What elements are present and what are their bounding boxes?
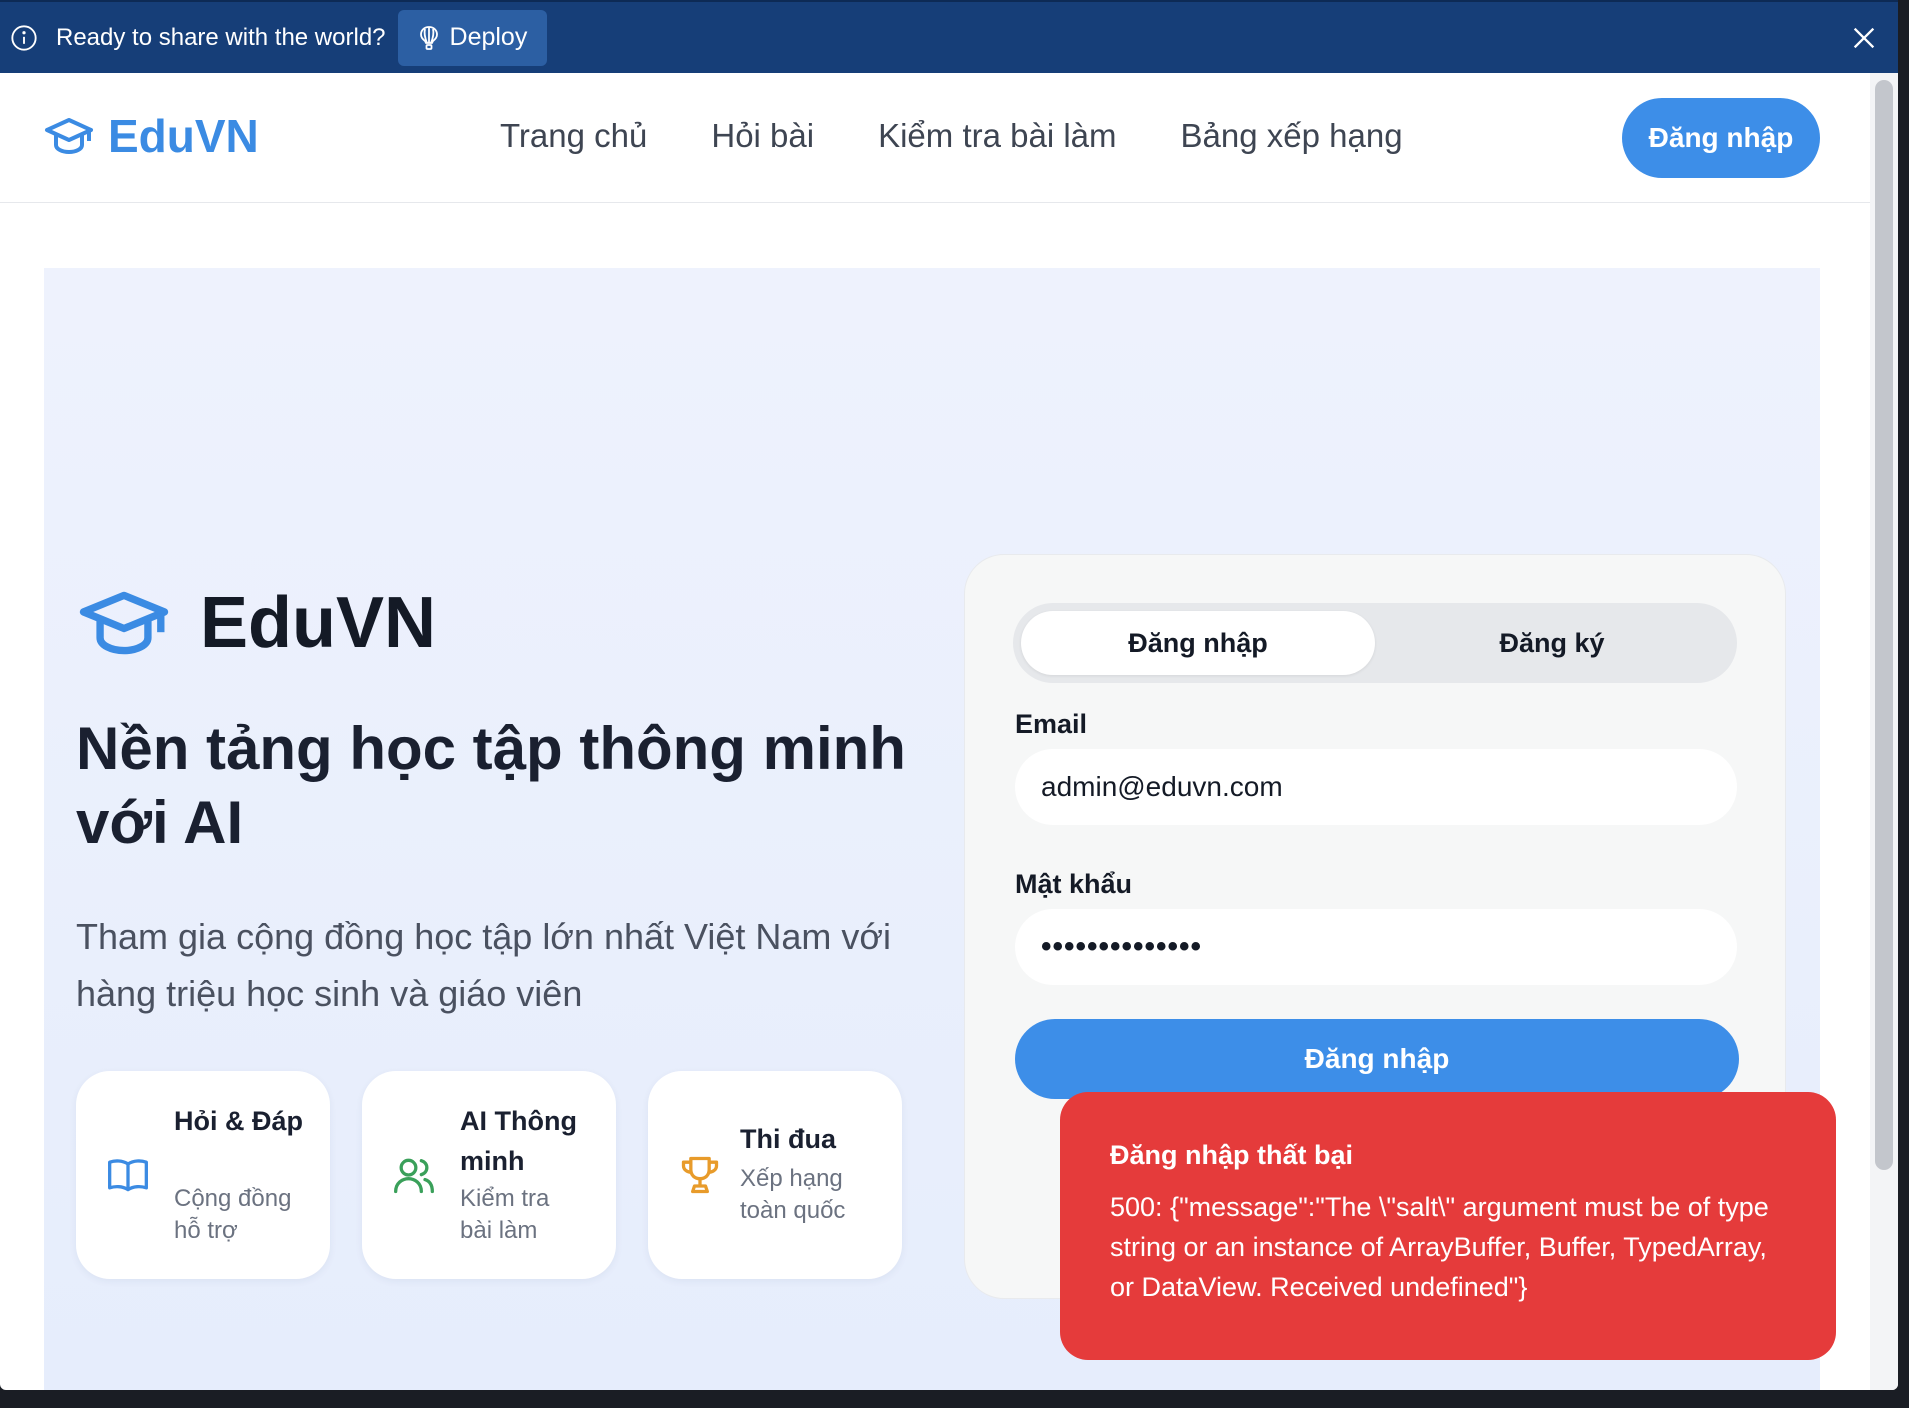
error-toast[interactable]: Đăng nhập thất bại 500: {"message":"The … [1060, 1092, 1836, 1360]
feature-card-compete: Thi đua Xếp hạng toàn quốc [648, 1071, 902, 1279]
hero-brand: EduVN [78, 582, 436, 664]
email-label: Email [1015, 709, 1088, 739]
nav-login-button[interactable]: Đăng nhập [1622, 98, 1820, 178]
nav-link-ask[interactable]: Hỏi bài [711, 117, 814, 155]
auth-tabs: Đăng nhập Đăng ký [1013, 603, 1737, 683]
navbar: EduVN Trang chủ Hỏi bài Kiểm tra bài làm… [0, 73, 1870, 203]
nav-link-leaderboard[interactable]: Bảng xếp hạng [1181, 117, 1403, 155]
feature-title: Thi đua [740, 1124, 836, 1154]
toast-message: 500: {"message":"The \"salt\" argument m… [1110, 1192, 1769, 1302]
brand-name: EduVN [108, 110, 259, 162]
feature-subtitle: Kiểm tra bài làm [460, 1185, 550, 1244]
email-field[interactable]: admin@eduvn.com [1015, 749, 1737, 825]
info-icon [11, 24, 37, 51]
feature-card-ai: AI Thông minh Kiểm tra bài làm [362, 1071, 616, 1279]
nav-links: Trang chủ Hỏi bài Kiểm tra bài làm Bảng … [500, 117, 1403, 155]
tab-register[interactable]: Đăng ký [1375, 611, 1729, 675]
feature-subtitle: Xếp hạng toàn quốc [740, 1165, 846, 1224]
deploy-label: Deploy [449, 23, 528, 51]
graduation-cap-icon [79, 591, 169, 655]
hero-brand-name: EduVN [200, 583, 437, 663]
login-submit-button[interactable]: Đăng nhập [1015, 1019, 1739, 1099]
close-icon[interactable] [1850, 24, 1878, 52]
feature-title: AI Thông minh [460, 1106, 577, 1176]
hero-subtitle: Tham gia cộng đồng học tập lớn nhất Việt… [76, 916, 892, 1014]
app-window: Ready to share with the world? Deploy Ed… [0, 0, 1898, 1390]
deploy-button[interactable]: Deploy [397, 9, 548, 66]
feature-subtitle: Cộng đồng hỗ trợ [174, 1185, 292, 1244]
feature-title: Hỏi & Đáp [174, 1106, 304, 1136]
tab-login[interactable]: Đăng nhập [1021, 611, 1375, 675]
toast-title: Đăng nhập thất bại [1110, 1140, 1353, 1170]
password-label: Mật khẩu [1015, 869, 1133, 899]
deploy-banner: Ready to share with the world? Deploy [0, 0, 1898, 73]
users-icon [394, 1158, 434, 1194]
hero-headline: Nền tảng học tập thông minh với AI [76, 715, 906, 856]
banner-text: Ready to share with the world? [56, 23, 386, 51]
nav-link-check[interactable]: Kiểm tra bài làm [878, 117, 1116, 155]
balloon-icon [419, 25, 438, 50]
brand-logo[interactable]: EduVN [44, 109, 259, 163]
nav-link-home[interactable]: Trang chủ [500, 117, 647, 155]
password-field[interactable]: •••••••••••••• [1015, 909, 1737, 985]
graduation-cap-icon [45, 118, 93, 154]
scrollbar-thumb[interactable] [1875, 80, 1893, 1170]
trophy-icon [681, 1156, 719, 1194]
feature-card-qa: Hỏi & Đáp Cộng đồng hỗ trợ [76, 1071, 330, 1279]
book-icon [108, 1159, 148, 1192]
